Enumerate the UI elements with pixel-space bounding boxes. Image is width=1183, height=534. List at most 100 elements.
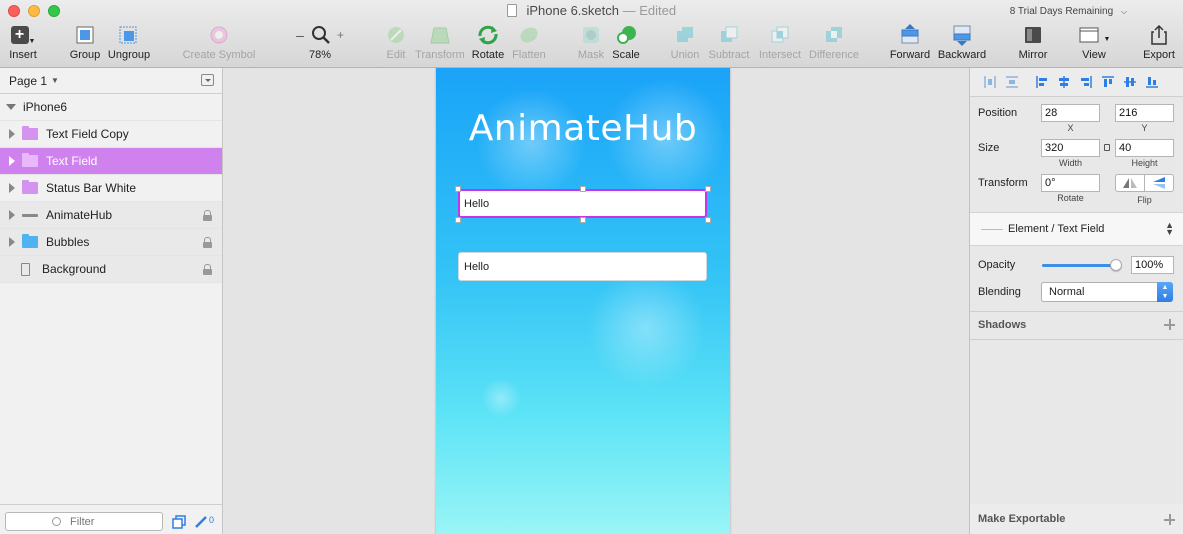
lock-ratio-icon[interactable] [1104,144,1110,151]
disclosure-icon[interactable] [9,210,15,220]
width-field[interactable]: 320 [1041,139,1100,157]
mirror-button[interactable]: Mirror [1015,24,1051,64]
resize-handle[interactable] [705,186,711,192]
disclosure-open-icon[interactable] [6,104,16,110]
align-middle-vertical-icon[interactable] [1119,73,1141,91]
opacity-field[interactable]: 100% [1131,256,1174,274]
export-button[interactable]: Export [1140,24,1178,64]
forward-icon [901,24,919,44]
scale-button[interactable]: Scale [610,24,642,64]
align-right-icon[interactable] [1075,73,1097,91]
layer-status-bar-white[interactable]: Status Bar White [0,175,222,202]
page-name: Page 1 [9,73,48,88]
resize-handle[interactable] [580,217,586,223]
text-field-selected[interactable]: Hello [458,189,707,218]
lock-icon[interactable] [203,237,212,248]
layer-background[interactable]: Background [0,256,222,283]
ungroup-icon [119,26,137,44]
layer-label: Status Bar White [46,181,137,195]
zoom-in-button[interactable]: + [337,28,344,42]
artboard-iphone6[interactable]: AnimateHub Hello Hello [436,68,730,534]
disclosure-icon[interactable] [9,156,15,166]
opacity-slider-knob[interactable] [1110,259,1122,271]
lock-icon[interactable] [203,264,212,275]
layer-text-field-copy[interactable]: Text Field Copy [0,121,222,148]
align-left-icon[interactable] [1031,73,1053,91]
shared-style-name: Element / Text Field [1008,223,1105,235]
difference-button[interactable]: Difference [808,24,860,64]
blending-select[interactable]: Normal ▲ ▼ [1041,282,1173,302]
distribute-vertical-icon[interactable] [1001,73,1023,91]
layer-bubbles[interactable]: Bubbles [0,229,222,256]
zoom-out-button[interactable]: – [296,27,304,43]
blending-label: Blending [978,286,1021,298]
filter-input[interactable] [5,512,163,531]
ungroup-button[interactable]: Ungroup [107,24,151,64]
layer-label: Bubbles [46,235,90,249]
transform-button[interactable]: Transform [414,24,466,64]
resize-handle[interactable] [455,186,461,192]
insert-label: Insert [9,49,37,61]
rotate-field[interactable]: 0° [1041,174,1100,192]
ungroup-label: Ungroup [107,49,151,61]
add-export-icon[interactable] [1164,514,1175,525]
group-button[interactable]: Group [68,24,102,64]
rectangle-layer-icon [21,262,30,276]
view-button[interactable]: ▼ View [1076,24,1112,64]
flatten-button[interactable]: Flatten [510,24,548,64]
mask-icon [583,27,599,43]
layer-label: Text Field Copy [46,127,129,141]
collapse-pages-icon[interactable] [201,74,214,86]
layer-artboard-iphone6[interactable]: iPhone6 [0,94,222,121]
canvas[interactable]: AnimateHub Hello Hello [223,68,969,534]
align-bottom-icon[interactable] [1141,73,1163,91]
edit-button[interactable]: Edit [383,24,409,64]
height-field[interactable]: 40 [1115,139,1174,157]
layer-animatehub[interactable]: AnimateHub [0,202,222,229]
transform-label: Transform [978,177,1028,189]
insert-button[interactable]: + ▼ Insert [6,24,40,64]
union-button[interactable]: Union [668,24,702,64]
subtract-button[interactable]: Subtract [706,24,752,64]
resize-handle[interactable] [455,217,461,223]
trial-menu[interactable]: 8 Trial Days Remaining ⌵ [1010,6,1127,17]
opacity-slider-track[interactable] [1042,264,1117,267]
y-field[interactable]: 216 [1115,104,1174,122]
flip-horizontal-button[interactable] [1115,174,1145,192]
forward-button[interactable]: Forward [888,24,932,64]
folder-icon [22,126,38,140]
page-selector[interactable]: Page 1 ▼ [0,68,222,94]
caret-down-icon: ▼ [51,76,59,85]
resize-handle[interactable] [580,186,586,192]
disclosure-icon[interactable] [9,237,15,247]
difference-icon [826,27,842,42]
layer-label: AnimateHub [46,208,113,222]
flip-vertical-button[interactable] [1144,174,1174,192]
intersect-button[interactable]: Intersect [756,24,804,64]
group-label: Group [69,49,101,61]
text-field-copy[interactable]: Hello [458,252,707,281]
style-preview-line [981,229,1003,230]
width-caption: Width [1058,158,1082,168]
layer-text-field[interactable]: Text Field [0,148,222,175]
app-title[interactable]: AnimateHub [436,108,730,149]
rotate-button[interactable]: Rotate [470,24,506,64]
backward-button[interactable]: Backward [936,24,988,64]
lock-icon[interactable] [203,210,212,221]
mask-button[interactable]: Mask [576,24,606,64]
shared-style-selector[interactable]: Element / Text Field ▲ ▼ [970,212,1183,246]
document-icon [506,4,517,17]
distribute-horizontal-icon[interactable] [979,73,1001,91]
add-shadow-icon[interactable] [1164,319,1175,330]
brush-icon[interactable] [194,515,208,529]
align-top-icon[interactable] [1097,73,1119,91]
make-exportable-header: Make Exportable [970,504,1183,534]
disclosure-icon[interactable] [9,129,15,139]
resize-handle[interactable] [705,217,711,223]
duplicate-pages-icon[interactable] [172,515,186,529]
x-field[interactable]: 28 [1041,104,1100,122]
create-symbol-button[interactable]: Create Symbol [180,24,258,64]
filter-bar: 0 [0,504,222,534]
disclosure-icon[interactable] [9,183,15,193]
align-center-horizontal-icon[interactable] [1053,73,1075,91]
